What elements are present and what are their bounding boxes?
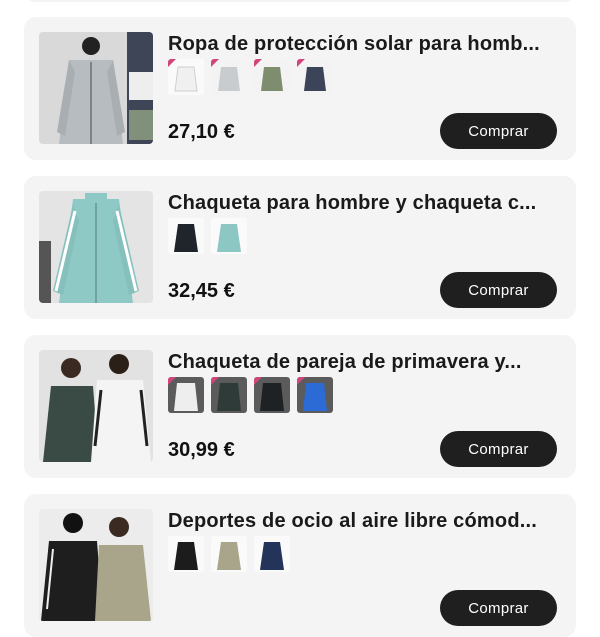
product-card[interactable]: Chaqueta de pareja de primavera y... 30,… (24, 335, 576, 478)
product-card[interactable]: Deportes de ocio al aire libre cómod... … (24, 494, 576, 637)
product-card-previous (24, 0, 576, 2)
variant-thumb[interactable] (211, 377, 247, 413)
variant-list (168, 218, 247, 254)
jacket-image (39, 191, 153, 303)
variant-thumb[interactable] (211, 218, 247, 254)
variant-thumb[interactable] (211, 536, 247, 572)
product-title[interactable]: Chaqueta de pareja de primavera y... (168, 351, 560, 374)
variant-thumb[interactable] (297, 377, 333, 413)
product-image[interactable] (39, 350, 153, 462)
product-image[interactable] (39, 191, 153, 303)
variant-thumb[interactable] (211, 59, 247, 95)
variant-thumb[interactable] (297, 59, 333, 95)
couple-jacket-image (39, 350, 153, 462)
variant-thumb[interactable] (254, 536, 290, 572)
variant-thumb[interactable] (254, 59, 290, 95)
product-title[interactable]: Chaqueta para hombre y chaqueta c... (168, 192, 560, 215)
buy-button[interactable]: Comprar (440, 431, 557, 467)
buy-button[interactable]: Comprar (440, 272, 557, 308)
jacket-thumb-icon (168, 536, 204, 572)
product-image[interactable] (39, 32, 153, 144)
variant-list (168, 377, 333, 413)
product-price: 32,45 € (168, 280, 235, 302)
variant-list (168, 536, 290, 572)
product-title[interactable]: Deportes de ocio al aire libre cómod... (168, 510, 560, 533)
product-card[interactable]: Chaqueta para hombre y chaqueta c... 32,… (24, 176, 576, 319)
product-price: 27,10 € (168, 121, 235, 143)
jacket-thumb-icon (211, 536, 247, 572)
variant-thumb[interactable] (168, 536, 204, 572)
jacket-thumb-icon (168, 218, 204, 254)
variant-thumb[interactable] (254, 377, 290, 413)
product-title[interactable]: Ropa de protección solar para homb... (168, 33, 560, 56)
product-price: 30,99 € (168, 439, 235, 461)
variant-thumb[interactable] (168, 218, 204, 254)
product-image[interactable] (39, 509, 153, 621)
variant-thumb[interactable] (168, 59, 204, 95)
buy-button[interactable]: Comprar (440, 113, 557, 149)
jacket-thumb-icon (254, 536, 290, 572)
couple-jacket-image (39, 509, 153, 621)
jacket-image (39, 32, 153, 144)
variant-thumb[interactable] (168, 377, 204, 413)
jacket-thumb-icon (211, 218, 247, 254)
product-card[interactable]: Ropa de protección solar para homb... 27… (24, 17, 576, 160)
variant-list (168, 59, 333, 95)
buy-button[interactable]: Comprar (440, 590, 557, 626)
